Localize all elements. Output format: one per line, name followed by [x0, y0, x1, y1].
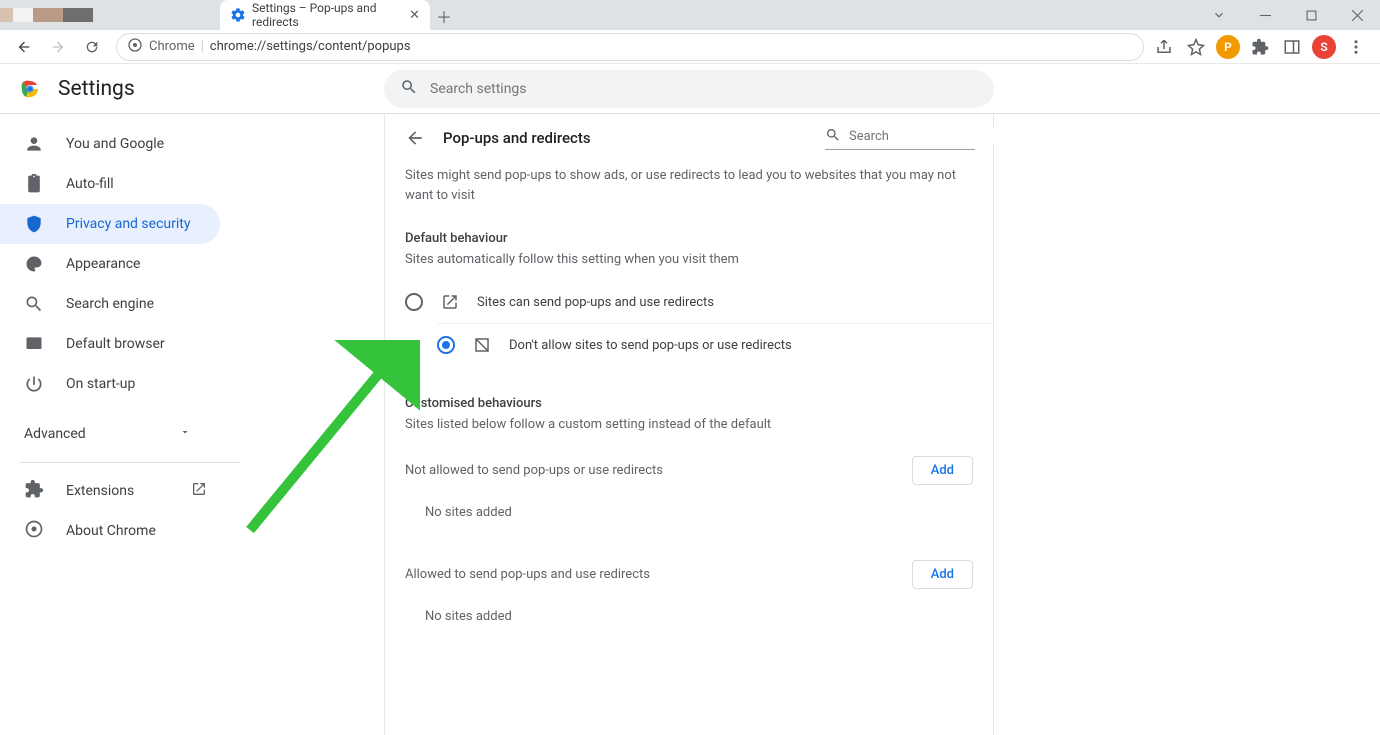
- default-behaviour-head: Default behaviour: [385, 225, 993, 246]
- chrome-outline-icon: [24, 519, 44, 543]
- sidebar-item-label: On start-up: [66, 376, 135, 392]
- sidebar-extensions[interactable]: Extensions: [0, 471, 215, 511]
- allowed-section: Allowed to send pop-ups and use redirect…: [385, 550, 993, 599]
- search-icon: [400, 78, 418, 100]
- sidebar-item-default-browser[interactable]: Default browser: [0, 324, 220, 364]
- shield-icon: [24, 214, 44, 234]
- titlebar: Settings – Pop-ups and redirects ✕ ＋: [0, 0, 1380, 30]
- radio-allow-label: Sites can send pop-ups and use redirects: [477, 295, 714, 310]
- custom-behaviour-head: Customised behaviours: [385, 390, 993, 411]
- allowed-empty: No sites added: [385, 599, 993, 644]
- radio-icon: [437, 336, 455, 354]
- breadcrumb-title: Pop-ups and redirects: [443, 129, 591, 147]
- share-icon[interactable]: [1152, 35, 1176, 59]
- browser-icon: [24, 334, 44, 354]
- sidebar-item-label: Privacy and security: [66, 216, 190, 232]
- sidebar-item-search-engine[interactable]: Search engine: [0, 284, 220, 324]
- reload-button[interactable]: [76, 31, 108, 63]
- intro-text: Sites might send pop-ups to show ads, or…: [385, 162, 993, 225]
- content-search-input[interactable]: [849, 129, 1015, 144]
- url-prefix: Chrome: [149, 39, 195, 54]
- page-header: Settings: [0, 64, 1380, 114]
- forward-button[interactable]: [42, 31, 74, 63]
- new-tab-button[interactable]: ＋: [430, 2, 458, 30]
- open-in-new-icon: [441, 293, 459, 311]
- search-settings[interactable]: [384, 70, 994, 108]
- radio-block-label: Don't allow sites to send pop-ups or use…: [509, 338, 792, 353]
- search-settings-input[interactable]: [430, 81, 978, 97]
- not-allowed-empty: No sites added: [385, 495, 993, 540]
- custom-behaviour-sub: Sites listed below follow a custom setti…: [385, 411, 993, 446]
- person-icon: [24, 134, 44, 154]
- sidebar-item-you-and-google[interactable]: You and Google: [0, 124, 220, 164]
- maximize-button[interactable]: [1288, 0, 1334, 30]
- not-allowed-label: Not allowed to send pop-ups or use redir…: [405, 463, 663, 478]
- profile-avatar[interactable]: S: [1312, 35, 1336, 59]
- back-arrow-icon[interactable]: [405, 128, 425, 148]
- extension-badge[interactable]: P: [1216, 35, 1240, 59]
- sidebar-item-startup[interactable]: On start-up: [0, 364, 220, 404]
- add-allowed-button[interactable]: Add: [912, 560, 973, 589]
- toolbar: Chrome | chrome://settings/content/popup…: [0, 30, 1380, 64]
- palette-icon: [24, 254, 44, 274]
- about-label: About Chrome: [66, 523, 156, 539]
- tab-2[interactable]: Settings – Pop-ups and redirects ✕: [220, 0, 430, 30]
- open-in-new-icon: [191, 481, 207, 501]
- not-allowed-section: Not allowed to send pop-ups or use redir…: [385, 446, 993, 495]
- default-behaviour-sub: Sites automatically follow this setting …: [385, 246, 993, 281]
- tab-2-title: Settings – Pop-ups and redirects: [252, 1, 397, 29]
- radio-block[interactable]: Don't allow sites to send pop-ups or use…: [437, 323, 993, 366]
- chevron-down-icon: [179, 426, 191, 442]
- extensions-label: Extensions: [66, 483, 134, 499]
- sidebar-about[interactable]: About Chrome: [0, 511, 215, 551]
- site-info-icon[interactable]: [127, 37, 143, 57]
- sidebar: You and Google Auto-fill Privacy and sec…: [0, 114, 260, 735]
- extensions-icon[interactable]: [1248, 35, 1272, 59]
- sidebar-item-label: Auto-fill: [66, 176, 114, 192]
- sidebar-item-appearance[interactable]: Appearance: [0, 244, 220, 284]
- sidebar-item-label: Appearance: [66, 256, 140, 272]
- window-controls: [1196, 0, 1380, 30]
- sidebar-item-label: Default browser: [66, 336, 165, 352]
- search-tabs-button[interactable]: [1196, 0, 1242, 30]
- bookmark-icon[interactable]: [1184, 35, 1208, 59]
- allowed-label: Allowed to send pop-ups and use redirect…: [405, 567, 650, 582]
- sidebar-advanced[interactable]: Advanced: [0, 414, 215, 454]
- radio-allow[interactable]: Sites can send pop-ups and use redirects: [385, 281, 993, 323]
- minimize-button[interactable]: [1242, 0, 1288, 30]
- sidebar-item-autofill[interactable]: Auto-fill: [0, 164, 220, 204]
- menu-icon[interactable]: [1344, 35, 1368, 59]
- side-panel-icon[interactable]: [1280, 35, 1304, 59]
- tab-1[interactable]: [0, 0, 220, 30]
- content-search[interactable]: [825, 127, 975, 150]
- radio-icon: [405, 293, 423, 311]
- back-button[interactable]: [8, 31, 40, 63]
- power-icon: [24, 374, 44, 394]
- sidebar-item-privacy[interactable]: Privacy and security: [0, 204, 220, 244]
- sidebar-item-label: You and Google: [66, 136, 164, 152]
- tab-1-favicon-strip: [10, 7, 26, 23]
- search-icon: [24, 294, 44, 314]
- add-not-allowed-button[interactable]: Add: [912, 456, 973, 485]
- close-button[interactable]: [1334, 0, 1380, 30]
- chrome-logo-icon: [18, 77, 42, 101]
- tabstrip: Settings – Pop-ups and redirects ✕ ＋: [0, 0, 458, 30]
- page-title: Settings: [58, 77, 135, 101]
- advanced-label: Advanced: [24, 426, 86, 442]
- sidebar-item-label: Search engine: [66, 296, 154, 312]
- omnibox[interactable]: Chrome | chrome://settings/content/popup…: [116, 33, 1144, 61]
- content: Pop-ups and redirects Sites might send p…: [384, 114, 994, 735]
- url-text: chrome://settings/content/popups: [210, 39, 411, 54]
- clipboard-icon: [24, 174, 44, 194]
- close-icon[interactable]: ✕: [409, 8, 420, 23]
- gear-icon: [230, 7, 246, 23]
- puzzle-icon: [24, 479, 44, 503]
- popup-blocked-icon: [473, 336, 491, 354]
- search-icon: [825, 127, 841, 147]
